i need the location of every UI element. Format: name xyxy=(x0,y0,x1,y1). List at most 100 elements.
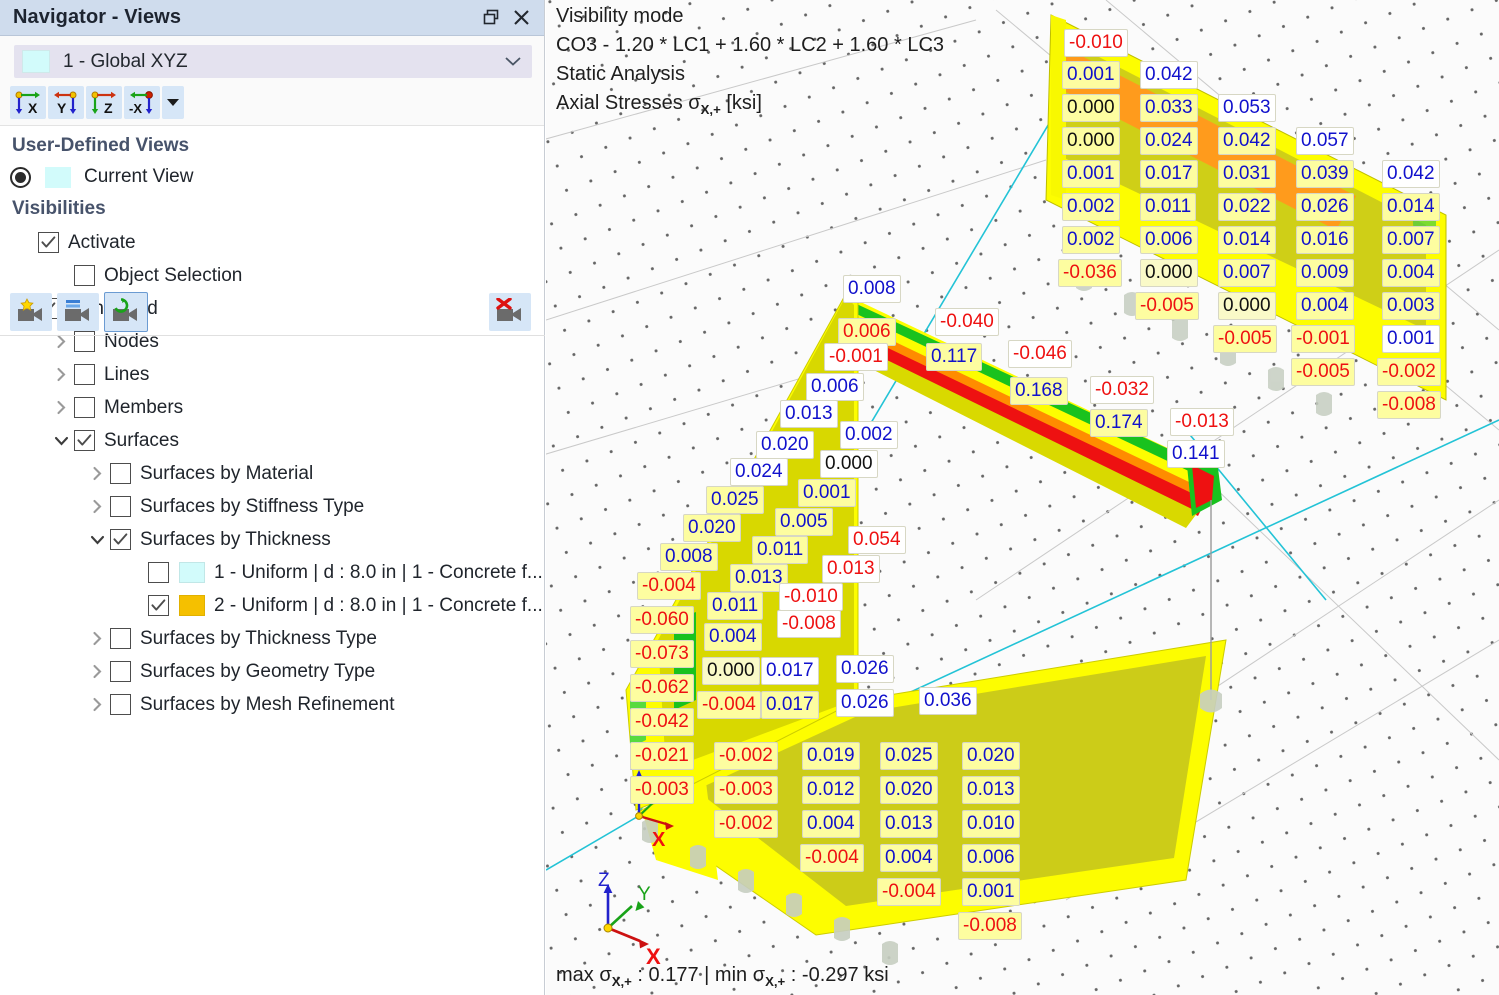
stress-value-label: 0.013 xyxy=(962,776,1020,804)
view-x-button[interactable]: X xyxy=(10,86,46,119)
stress-value-label: 0.057 xyxy=(1296,127,1354,155)
view-select-container: 1 - Global XYZ xyxy=(0,36,544,84)
view-select[interactable]: 1 - Global XYZ xyxy=(14,45,532,78)
chevron-down-icon[interactable] xyxy=(48,435,74,447)
checkbox[interactable] xyxy=(110,661,131,682)
tree-row[interactable]: 1 - Uniform | d : 8.0 in | 1 - Concrete … xyxy=(0,556,544,589)
tree-row[interactable]: Surfaces xyxy=(0,424,544,457)
view-negx-button[interactable]: -X xyxy=(124,86,160,119)
tree-row[interactable]: Members xyxy=(0,391,544,424)
tree-row-label: Surfaces by Mesh Refinement xyxy=(140,693,395,715)
checkbox[interactable] xyxy=(110,628,131,649)
chevron-right-icon[interactable] xyxy=(84,631,110,646)
viewport-footer: max σX,+ : 0.177 | min σX,+ : -0.297 ksi xyxy=(556,964,889,989)
update-view-button[interactable] xyxy=(104,291,148,332)
tree-row-label: 2 - Uniform | d : 8.0 in | 1 - Concrete … xyxy=(214,594,543,616)
stress-value-label: 0.042 xyxy=(1218,127,1276,155)
chevron-right-icon[interactable] xyxy=(48,334,74,349)
chevron-right-icon[interactable] xyxy=(84,466,110,481)
tree-row[interactable]: Surfaces by Thickness Type xyxy=(0,622,544,655)
chevron-right-icon[interactable] xyxy=(48,367,74,382)
stress-value-label: 0.001 xyxy=(1062,61,1120,89)
stress-value-label: -0.008 xyxy=(958,912,1022,940)
view-y-button[interactable]: Y xyxy=(48,86,84,119)
current-view-label: Current View xyxy=(84,166,194,187)
tree-row-label: Surfaces by Thickness xyxy=(140,528,331,550)
checkbox[interactable] xyxy=(110,496,131,517)
stress-value-label: 0.000 xyxy=(820,450,878,478)
save-view-button[interactable] xyxy=(57,292,99,331)
checkbox[interactable] xyxy=(74,430,95,451)
checkbox[interactable] xyxy=(74,364,95,385)
min-value: -0.297 xyxy=(801,964,859,986)
stress-value-label: -0.004 xyxy=(877,878,941,906)
checkbox[interactable] xyxy=(38,232,59,253)
min-prefix: min σ xyxy=(714,964,766,986)
new-view-button[interactable] xyxy=(10,292,52,331)
stress-value-label: 0.020 xyxy=(683,514,741,542)
stress-value-label: 0.025 xyxy=(706,486,764,514)
stress-value-label: 0.014 xyxy=(1382,193,1440,221)
stress-value-label: 0.026 xyxy=(836,655,894,683)
checkbox[interactable] xyxy=(110,463,131,484)
stress-value-label: 0.002 xyxy=(840,421,898,449)
tree-row[interactable]: Surfaces by Material xyxy=(0,457,544,490)
stress-value-label: 0.024 xyxy=(1140,127,1198,155)
delete-view-button[interactable] xyxy=(489,292,531,331)
chevron-down-icon[interactable] xyxy=(503,53,523,70)
chevron-right-icon[interactable] xyxy=(84,499,110,514)
stress-value-label: -0.004 xyxy=(800,844,864,872)
stress-value-label: 0.004 xyxy=(880,844,938,872)
tree-row[interactable]: Lines xyxy=(0,358,544,391)
tree-row[interactable]: Surfaces by Mesh Refinement xyxy=(0,688,544,721)
current-view-row[interactable]: Current View xyxy=(0,163,544,188)
max-prefix: max σ xyxy=(556,964,612,986)
tree-row[interactable]: Surfaces by Stiffness Type xyxy=(0,490,544,523)
max-sep: : xyxy=(631,964,649,986)
tree-row[interactable]: 2 - Uniform | d : 8.0 in | 1 - Concrete … xyxy=(0,589,544,622)
stress-value-label: -0.032 xyxy=(1090,376,1154,404)
stress-value-label: 0.002 xyxy=(1062,226,1120,254)
3d-viewport[interactable]: Z Y X Z Y X xyxy=(546,0,1499,995)
stress-value-label: -0.005 xyxy=(1213,325,1277,353)
stress-value-label: 0.000 xyxy=(1062,94,1120,122)
stress-value-label: 0.016 xyxy=(1296,226,1354,254)
checkbox[interactable] xyxy=(110,529,131,550)
checkbox[interactable] xyxy=(110,694,131,715)
checkbox[interactable] xyxy=(74,265,95,286)
stress-value-label: 0.036 xyxy=(919,687,977,715)
chevron-right-icon[interactable] xyxy=(48,400,74,415)
checkbox[interactable] xyxy=(148,595,169,616)
stress-value-label: 0.042 xyxy=(1140,61,1198,89)
tree-row-label: Surfaces by Thickness Type xyxy=(140,627,377,649)
tree-row-label: Object Selection xyxy=(104,264,243,286)
checkbox[interactable] xyxy=(148,562,169,583)
restore-icon[interactable] xyxy=(476,3,506,33)
stress-value-label: 0.020 xyxy=(962,742,1020,770)
checkbox[interactable] xyxy=(74,397,95,418)
stress-value-label: 0.141 xyxy=(1167,440,1225,468)
close-icon[interactable] xyxy=(506,3,536,33)
viewport-header: Visibility mode CO3 - 1.20 * LC1 + 1.60 … xyxy=(556,2,944,124)
tree-row[interactable]: Activate xyxy=(0,226,544,259)
stress-value-label: 0.168 xyxy=(1010,377,1068,405)
stress-value-label: 0.004 xyxy=(802,810,860,838)
stress-value-label: 0.019 xyxy=(802,742,860,770)
stress-value-label: -0.040 xyxy=(935,308,999,336)
tree-row-label: Surfaces by Material xyxy=(140,462,314,484)
chevron-down-icon[interactable] xyxy=(84,534,110,546)
current-view-radio[interactable] xyxy=(10,166,31,188)
stress-value-label: -0.004 xyxy=(637,572,701,600)
stress-value-label: 0.174 xyxy=(1090,409,1148,437)
view-more-dropdown[interactable] xyxy=(162,86,184,119)
chevron-right-icon[interactable] xyxy=(84,697,110,712)
view-z-button[interactable]: Z xyxy=(86,86,122,119)
view-select-value: 1 - Global XYZ xyxy=(63,50,188,72)
stress-value-label: -0.010 xyxy=(779,583,843,611)
tree-row[interactable]: Surfaces by Geometry Type xyxy=(0,655,544,688)
chevron-right-icon[interactable] xyxy=(84,664,110,679)
stress-value-label: 0.013 xyxy=(780,400,838,428)
stress-value-label: 0.033 xyxy=(1140,94,1198,122)
tree-row[interactable]: Surfaces by Thickness xyxy=(0,523,544,556)
tree-row-label: Activate xyxy=(68,231,136,253)
